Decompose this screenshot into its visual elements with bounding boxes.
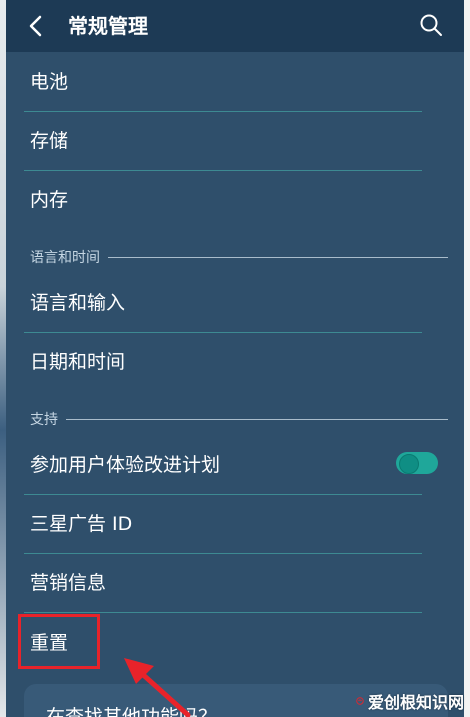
red-arrow-annotation (124, 658, 191, 717)
section-header-language-time: 语言和时间 (30, 247, 448, 267)
menu-item-language-input[interactable]: 语言和输入 (24, 274, 422, 332)
right-background-edge (464, 0, 470, 717)
top-app-bar: 常规管理 (6, 0, 464, 52)
menu-item-ad-id[interactable]: 三星广告 ID (24, 495, 422, 553)
experience-program-toggle[interactable] (396, 452, 438, 474)
menu-item-storage[interactable]: 存储 (24, 112, 422, 170)
section-label: 支持 (30, 412, 58, 428)
section-line (108, 256, 448, 258)
menu-item-battery[interactable]: 电池 (24, 53, 422, 111)
menu-item-date-time[interactable]: 日期和时间 (24, 333, 422, 391)
menu-item-experience-program[interactable]: 参加用户体验改进计划 (24, 436, 384, 494)
settings-screen: 常规管理 电池 存储 内存 语言和时间 语言和输入 日期和时间 支持 参加用户体… (6, 0, 466, 717)
search-icon[interactable] (418, 12, 444, 38)
section-label: 语言和时间 (30, 250, 100, 266)
chevron-left-icon[interactable] (22, 10, 52, 42)
watermark-text: 爱创根知识网 (367, 692, 464, 712)
divider (24, 612, 422, 613)
screenshot-frame: 常规管理 电池 存储 内存 语言和时间 语言和输入 日期和时间 支持 参加用户体… (0, 0, 470, 717)
watermark-logo-icon (356, 696, 364, 705)
page-title: 常规管理 (68, 14, 148, 38)
menu-item-memory[interactable]: 内存 (24, 171, 422, 229)
watermark: 爱创根知识网 (356, 684, 464, 717)
toggle-knob (399, 454, 419, 474)
section-line (66, 418, 448, 420)
menu-item-marketing[interactable]: 营销信息 (24, 554, 422, 612)
reset-highlight-box (18, 614, 100, 669)
section-header-support: 支持 (30, 409, 448, 429)
